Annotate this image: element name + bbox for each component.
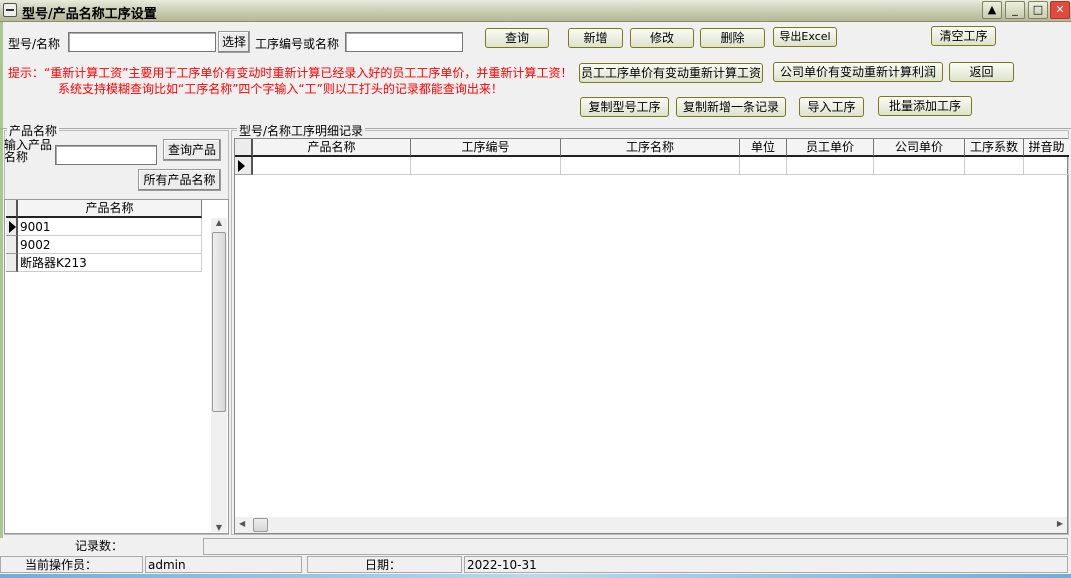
title-bar: 型号/产品名称工序设置 ▲ _ □ ✕ [0, 0, 1071, 22]
scrollbar-thumb[interactable] [212, 232, 226, 412]
scroll-right-icon[interactable]: ▶ [1057, 519, 1063, 528]
divider [0, 128, 1071, 129]
add-button[interactable]: 新增 [568, 28, 623, 48]
copy-record-button[interactable]: 复制新增一条记录 [676, 97, 786, 117]
taskbar-edge [0, 574, 1071, 578]
back-button[interactable]: 返回 [949, 62, 1014, 82]
minimize-button[interactable]: _ [1005, 1, 1025, 19]
horizontal-scrollbar[interactable]: ◀ ▶ [235, 517, 1067, 533]
window-frame [0, 22, 3, 538]
detail-group-title: 型号/名称工序明细记录 [237, 122, 366, 139]
column-header[interactable]: 公司单价 [874, 139, 965, 157]
edit-button[interactable]: 修改 [630, 28, 694, 48]
recalc-profit-button[interactable]: 公司单价有变动重新计算利润 [773, 62, 943, 82]
detail-grid: 产品名称 工序编号 工序名称 单位 员工单价 公司单价 工序系数 拼音助 ◀ ▶ [234, 138, 1069, 534]
column-header[interactable]: 工序编号 [411, 139, 561, 157]
records-label: 记录数： [74, 539, 123, 553]
tip-line-1: 提示：“重新计算工资”主要用于工序单价有变动时重新计算已经录入好的员工工序单价，… [8, 66, 573, 80]
query-product-button[interactable]: 查询产品 [163, 139, 221, 161]
scroll-left-icon[interactable]: ◀ [239, 519, 245, 528]
recalc-wage-button[interactable]: 员工工序单价有变动重新计算工资 [579, 63, 763, 83]
scroll-up-icon[interactable]: ▲ [211, 218, 227, 227]
maximize-button[interactable]: □ [1028, 1, 1048, 19]
batch-add-button[interactable]: 批量添加工序 [878, 96, 972, 116]
column-header[interactable]: 工序名称 [561, 139, 740, 157]
export-excel-button[interactable]: 导出Excel [773, 27, 837, 47]
rollup-button[interactable]: ▲ [982, 1, 1002, 19]
process-label: 工序编号或名称 [255, 37, 340, 51]
product-group-title: 产品名称 [7, 122, 60, 139]
cell: 9001 [18, 218, 202, 236]
current-row-icon [9, 221, 16, 233]
system-menu-icon[interactable] [3, 3, 17, 17]
all-products-button[interactable]: 所有产品名称 [138, 169, 221, 191]
cell: 9002 [18, 236, 202, 254]
scrollbar-thumb[interactable] [253, 518, 268, 532]
delete-button[interactable]: 删除 [700, 28, 765, 48]
process-input[interactable] [345, 32, 463, 52]
operator-label: 当前操作员： [0, 556, 143, 573]
column-header[interactable]: 产品名称 [18, 200, 202, 218]
current-row-icon [238, 160, 245, 172]
column-header[interactable]: 员工单价 [787, 139, 874, 157]
date-value: 2022-10-31 [464, 556, 1068, 573]
product-input-label: 输入产品名称 [4, 138, 53, 164]
copy-model-button[interactable]: 复制型号工序 [580, 97, 669, 117]
cell: 断路器K213 [18, 254, 202, 272]
model-label: 型号/名称 [8, 37, 61, 51]
records-value [203, 538, 1068, 555]
column-header[interactable]: 单位 [740, 139, 787, 157]
import-button[interactable]: 导入工序 [799, 97, 864, 117]
tip-line-2: 系统支持模糊查询比如“工序名称”四个字输入“工”则以工打头的记录都能查询出来！ [58, 82, 503, 96]
window-title: 型号/产品名称工序设置 [22, 7, 157, 22]
date-label: 日期： [307, 556, 462, 573]
model-input[interactable] [68, 32, 216, 52]
close-button[interactable]: ✕ [1050, 1, 1070, 19]
query-button[interactable]: 查询 [485, 28, 549, 48]
product-grid: 产品名称 9001 9002 断路器K213 ▲ ▼ [4, 199, 229, 534]
column-header[interactable]: 产品名称 [253, 139, 411, 157]
column-header[interactable]: 拼音助 [1024, 139, 1069, 157]
product-input[interactable] [55, 145, 157, 165]
clear-process-button[interactable]: 清空工序 [931, 26, 996, 46]
operator-value: admin [145, 556, 302, 573]
select-button[interactable]: 选择 [218, 31, 250, 53]
column-header[interactable]: 工序系数 [965, 139, 1024, 157]
scroll-down-icon[interactable]: ▼ [211, 523, 227, 532]
vertical-scrollbar[interactable]: ▲ ▼ [211, 218, 227, 532]
